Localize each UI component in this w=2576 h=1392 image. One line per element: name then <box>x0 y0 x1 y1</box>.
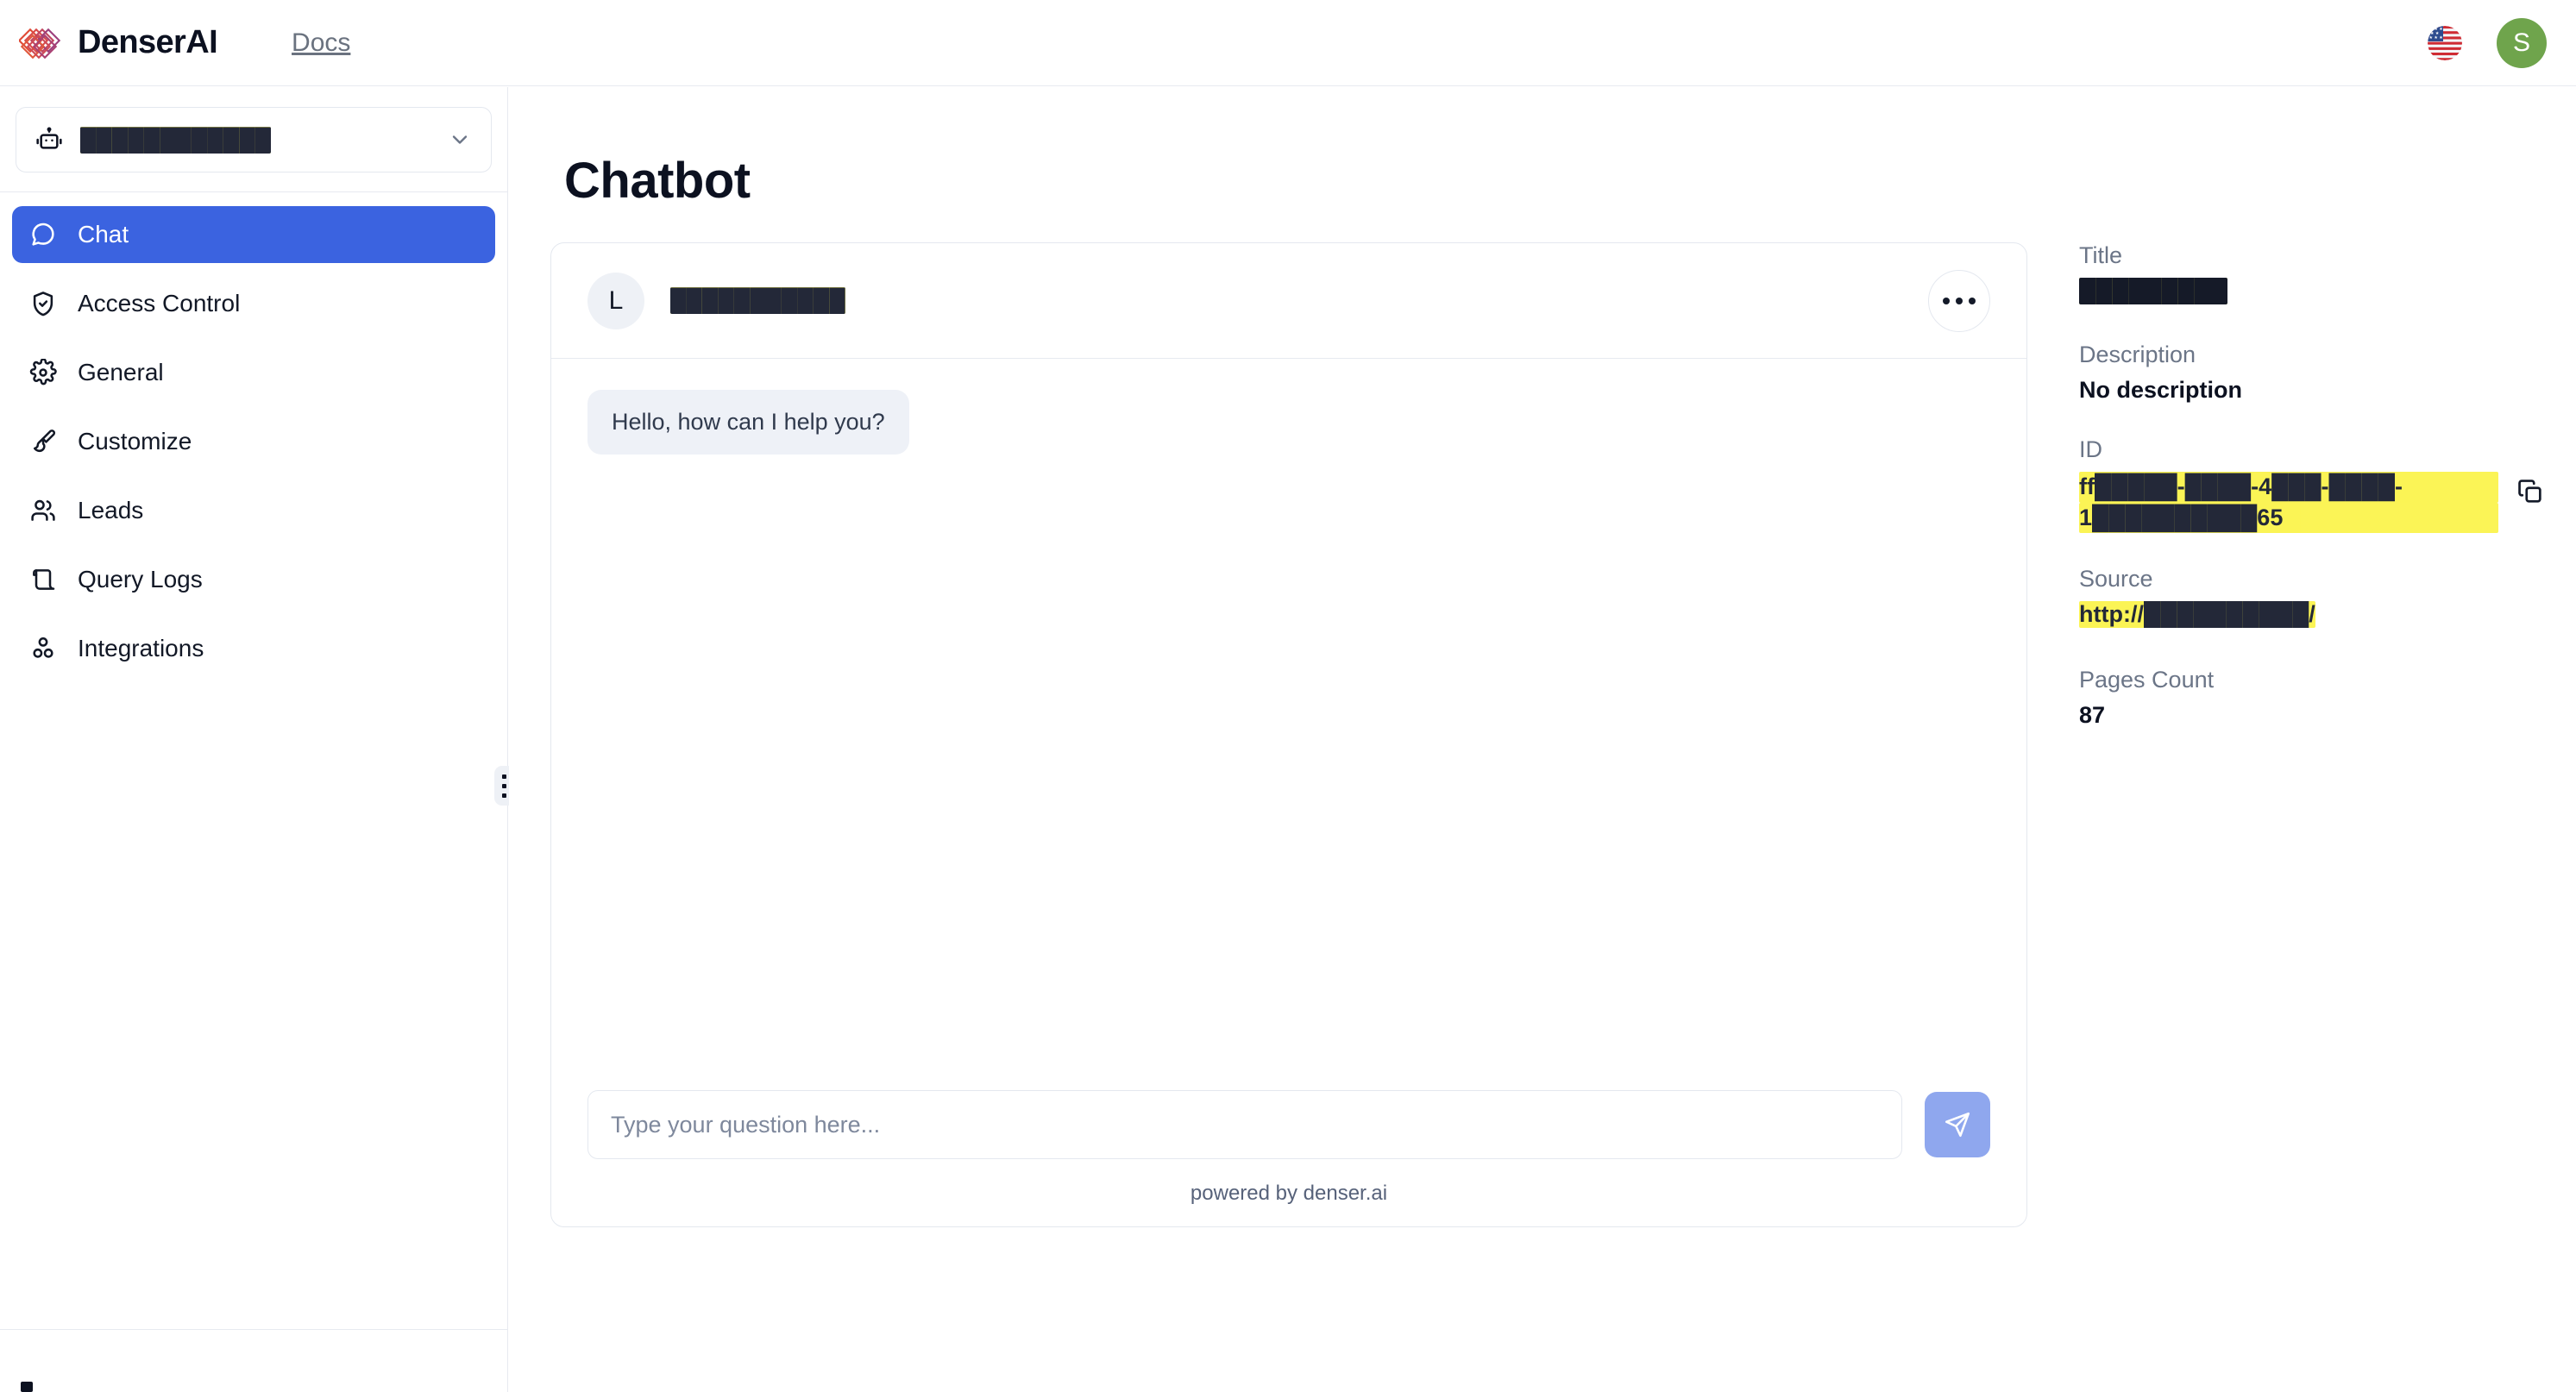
assistant-message-bubble: Hello, how can I help you? <box>587 390 909 455</box>
chat-bot-avatar: L <box>587 272 644 329</box>
info-id-value: ff█████-████-4███-████- 1██████████65 <box>2079 472 2498 534</box>
top-bar-right: ★ ★ ★ ★ ★ ★ ★ ★ S <box>2428 17 2547 68</box>
sidebar-item-label: Query Logs <box>78 566 203 593</box>
sidebar-item-label: Integrations <box>78 635 204 662</box>
users-icon <box>31 499 55 521</box>
sidebar-item-leads[interactable]: Leads <box>12 482 495 539</box>
send-paper-plane-icon <box>1945 1112 1970 1138</box>
nav-link-docs[interactable]: Docs <box>292 28 350 58</box>
info-pages-count-block: Pages Count 87 <box>2079 667 2545 729</box>
sidebar-item-customize[interactable]: Customize <box>12 413 495 470</box>
chatbot-selector-name: ████████████ <box>80 126 272 154</box>
chat-preview-card: L ███████████ Hello, how can I help you? <box>550 242 2027 1227</box>
svg-text:★ ★ ★: ★ ★ ★ <box>2429 35 2444 41</box>
grip-dot <box>502 783 507 788</box>
info-source-url: http://██████████/ <box>2079 601 2315 629</box>
blocks-icon <box>33 637 53 658</box>
info-title-value: █████████ <box>2079 278 2228 304</box>
chat-bot-name: ███████████ <box>670 287 845 314</box>
brand[interactable]: DenserAI <box>19 21 218 66</box>
sidebar-divider <box>0 191 507 192</box>
sidebar-item-chat[interactable]: Chat <box>12 206 495 263</box>
sidebar-item-access-control[interactable]: Access Control <box>12 275 495 332</box>
sidebar-item-label: Access Control <box>78 290 241 317</box>
sidebar-item-label: Chat <box>78 221 129 248</box>
chat-options-button[interactable] <box>1928 269 1990 332</box>
chatbot-selector[interactable]: ████████████ <box>16 107 492 172</box>
info-source-value[interactable]: http://██████████/ <box>2079 601 2545 634</box>
chat-input-area: powered by denser.ai <box>551 1090 2026 1226</box>
sidebar-item-integrations[interactable]: Integrations <box>12 620 495 677</box>
scroll-icon <box>33 569 55 590</box>
info-id-value-line1: ff█████-████-4███-████- <box>2079 472 2498 503</box>
sidebar-nav: Chat Access Control General Customize Le… <box>12 206 495 677</box>
denser-diamond-logo-icon <box>19 28 61 59</box>
info-source-label: Source <box>2079 566 2153 593</box>
sidebar-item-label: General <box>78 359 164 386</box>
info-id-row: ff█████-████-4███-████- 1██████████65 <box>2079 472 2545 534</box>
info-description-block: Description No description <box>2079 342 2545 404</box>
paintbrush-icon <box>34 430 56 453</box>
chatbot-info-panel: Title █████████ Description No descripti… <box>2079 242 2545 762</box>
sidebar-bottom-item[interactable] <box>21 1382 33 1392</box>
info-description-label: Description <box>2079 342 2196 367</box>
info-pages-count-value: 87 <box>2079 702 2106 729</box>
chat-message-list: Hello, how can I help you? <box>551 359 2026 1090</box>
copy-icon[interactable] <box>2516 477 2545 506</box>
user-avatar[interactable]: S <box>2497 17 2547 68</box>
sidebar-item-label: Leads <box>78 497 144 524</box>
chevron-down-icon[interactable] <box>448 128 472 152</box>
brand-name: DenserAI <box>78 24 218 60</box>
info-title-label: Title <box>2079 242 2123 268</box>
gear-icon <box>29 359 57 386</box>
page-title: Chatbot <box>564 153 751 209</box>
grip-dot <box>502 774 507 779</box>
grip-dot <box>502 793 507 798</box>
kebab-menu-icon <box>1943 297 1950 304</box>
chat-input-row <box>587 1090 1990 1159</box>
bot-icon <box>36 127 62 149</box>
shield-check-icon <box>33 292 53 317</box>
powered-by-label: powered by denser.ai <box>1190 1182 1388 1205</box>
kebab-menu-icon <box>1969 297 1976 304</box>
sidebar-item-label: Customize <box>78 428 192 455</box>
sidebar-bottom-divider <box>0 1329 508 1330</box>
top-bar: DenserAI Docs ★ ★ ★ ★ ★ ★ ★ ★ S <box>0 0 2576 86</box>
sidebar-item-query-logs[interactable]: Query Logs <box>12 551 495 608</box>
info-id-label: ID <box>2079 436 2102 462</box>
info-source-block: Source http://██████████/ <box>2079 566 2545 634</box>
info-pages-count-label: Pages Count <box>2079 667 2215 693</box>
main-content: Chatbot L ███████████ Hello, how can I h… <box>509 87 2576 1392</box>
info-title-block: Title █████████ <box>2079 242 2545 309</box>
message-circle-icon <box>32 223 54 246</box>
chat-header: L ███████████ <box>551 243 2026 359</box>
sidebar-item-general[interactable]: General <box>12 344 495 401</box>
info-id-value-line2: 1██████████65 <box>2079 502 2498 534</box>
chat-question-input[interactable] <box>587 1090 1902 1159</box>
send-button[interactable] <box>1925 1092 1990 1157</box>
info-id-block: ID ff█████-████-4███-████- 1██████████65 <box>2079 436 2545 534</box>
us-flag-icon[interactable]: ★ ★ ★★ ★★ ★ ★ <box>2428 25 2462 60</box>
sidebar: ████████████ Chat Access Control General… <box>0 87 508 1392</box>
kebab-menu-icon <box>1956 297 1963 304</box>
info-description-value: No description <box>2079 377 2243 403</box>
